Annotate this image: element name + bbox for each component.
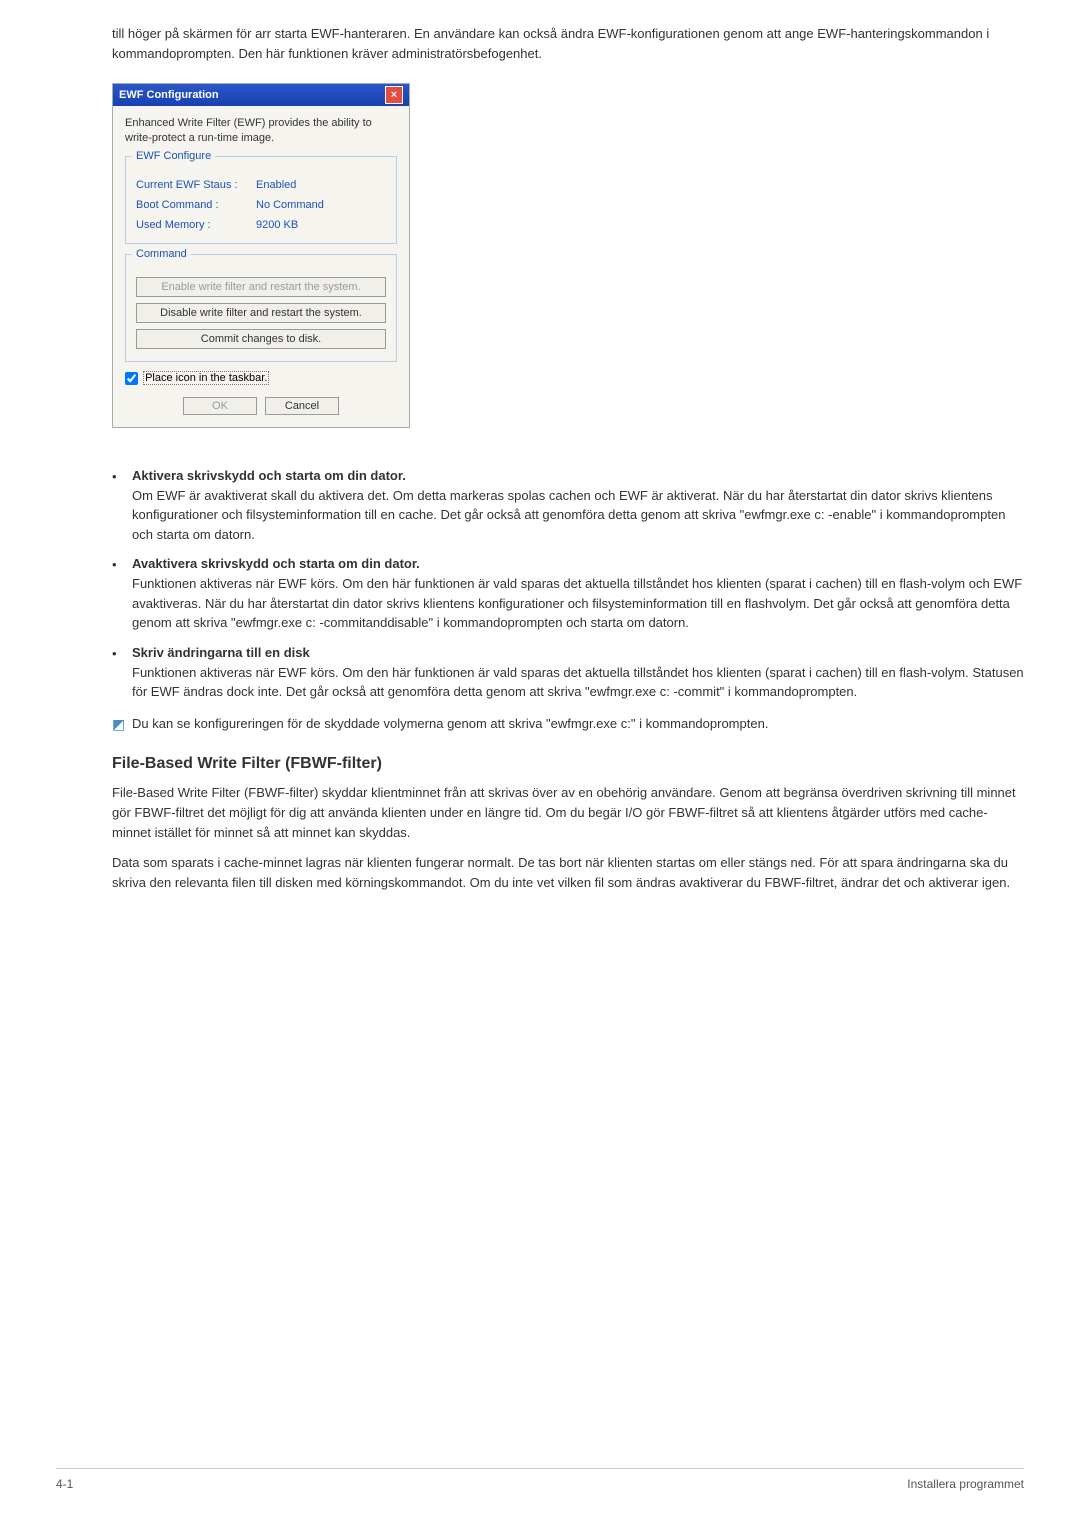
dialog-body: Enhanced Write Filter (EWF) provides the… xyxy=(113,106,409,427)
usedmem-row: Used Memory : 9200 KB xyxy=(136,219,386,231)
list-item: Avaktivera skrivskydd och starta om din … xyxy=(112,556,1024,633)
bullet-icon xyxy=(112,556,132,572)
close-icon[interactable]: × xyxy=(385,86,403,104)
commit-button[interactable]: Commit changes to disk. xyxy=(136,329,386,349)
taskbar-checkbox-label: Place icon in the taskbar. xyxy=(143,371,269,385)
fbwf-paragraph-2: Data som sparats i cache-minnet lagras n… xyxy=(112,853,1024,893)
footer-title: Installera programmet xyxy=(907,1477,1024,1491)
usedmem-label: Used Memory : xyxy=(136,219,256,231)
bootcmd-row: Boot Command : No Command xyxy=(136,199,386,211)
usedmem-value: 9200 KB xyxy=(256,219,298,231)
list-item: Aktivera skrivskydd och starta om din da… xyxy=(112,468,1024,545)
taskbar-checkbox[interactable] xyxy=(125,372,138,385)
bullet-title: Avaktivera skrivskydd och starta om din … xyxy=(132,556,420,571)
ewf-configuration-dialog: EWF Configuration × Enhanced Write Filte… xyxy=(112,83,410,428)
dialog-description: Enhanced Write Filter (EWF) provides the… xyxy=(125,116,397,146)
enable-button[interactable]: Enable write filter and restart the syst… xyxy=(136,277,386,297)
intro-paragraph: till höger på skärmen för arr starta EWF… xyxy=(112,24,1024,63)
bullet-body: Funktionen aktiveras när EWF körs. Om de… xyxy=(132,574,1024,633)
dialog-title: EWF Configuration xyxy=(119,89,219,101)
bullet-icon xyxy=(112,468,132,484)
taskbar-checkbox-row: Place icon in the taskbar. xyxy=(125,372,397,385)
bullet-body: Funktionen aktiveras när EWF körs. Om de… xyxy=(132,663,1024,702)
bootcmd-value: No Command xyxy=(256,199,324,211)
bullet-body: Om EWF är avaktiverat skall du aktivera … xyxy=(132,486,1024,545)
status-row: Current EWF Staus : Enabled xyxy=(136,179,386,191)
status-label: Current EWF Staus : xyxy=(136,179,256,191)
page-footer: 4-1 Installera programmet xyxy=(56,1468,1024,1491)
status-value: Enabled xyxy=(256,179,296,191)
cancel-button[interactable]: Cancel xyxy=(265,397,339,415)
note-row: ◩ Du kan se konfigureringen för de skydd… xyxy=(112,714,1024,735)
bullet-title: Aktivera skrivskydd och starta om din da… xyxy=(132,468,406,483)
ewf-configure-legend: EWF Configure xyxy=(132,150,215,162)
note-text: Du kan se konfigureringen för de skyddad… xyxy=(132,714,768,735)
fbwf-heading: File-Based Write Filter (FBWF-filter) xyxy=(112,755,1024,773)
fbwf-paragraph-1: File-Based Write Filter (FBWF-filter) sk… xyxy=(112,783,1024,843)
dialog-titlebar: EWF Configuration × xyxy=(113,84,409,106)
bullet-list: Aktivera skrivskydd och starta om din da… xyxy=(112,468,1024,702)
command-fieldset: Command Enable write filter and restart … xyxy=(125,254,397,362)
ok-button[interactable]: OK xyxy=(183,397,257,415)
bullet-title: Skriv ändringarna till en disk xyxy=(132,645,310,660)
bullet-icon xyxy=(112,645,132,661)
info-icon: ◩ xyxy=(112,714,132,735)
ok-cancel-row: OK Cancel xyxy=(125,397,397,415)
ewf-configure-fieldset: EWF Configure Current EWF Staus : Enable… xyxy=(125,156,397,244)
command-legend: Command xyxy=(132,248,191,260)
page-number: 4-1 xyxy=(56,1477,73,1491)
list-item: Skriv ändringarna till en disk Funktione… xyxy=(112,645,1024,702)
bootcmd-label: Boot Command : xyxy=(136,199,256,211)
disable-button[interactable]: Disable write filter and restart the sys… xyxy=(136,303,386,323)
